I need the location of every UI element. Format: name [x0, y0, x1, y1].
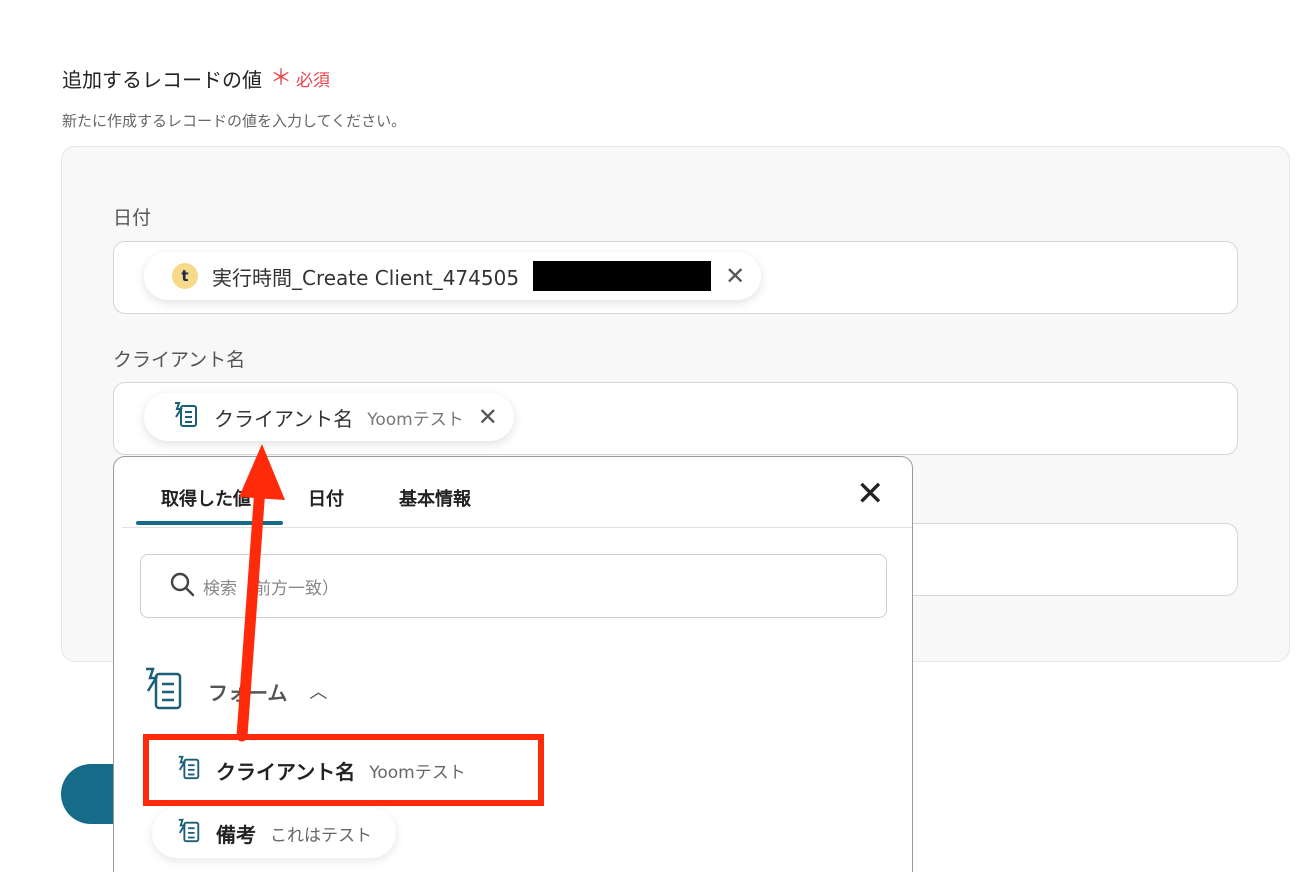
form-group-header[interactable]: フォーム ︿	[142, 665, 327, 717]
redacted-block	[533, 261, 712, 291]
active-tab-indicator	[136, 521, 283, 525]
section-title: 追加するレコードの値 ＊ 必須	[62, 64, 330, 93]
required-badge: ＊ 必須	[270, 66, 330, 91]
close-icon[interactable]: ✕	[856, 477, 885, 511]
section-description: 新たに作成するレコードの値を入力してください。	[62, 112, 407, 130]
chevron-up-icon: ︿	[309, 682, 328, 703]
item-label: 備考	[216, 822, 256, 847]
tab-basic-info[interactable]: 基本情報	[399, 485, 471, 511]
date-field-label: 日付	[113, 207, 152, 229]
required-label: 必須	[296, 71, 331, 91]
section-title-text: 追加するレコードの値	[62, 68, 262, 92]
list-item-notes[interactable]: 備考 これはテスト	[152, 808, 396, 858]
variable-picker-popover: 取得した値 日付 基本情報 ✕ 検索（前方一致） フォーム ︿ クライアント名 …	[113, 456, 913, 872]
search-input[interactable]: 検索（前方一致）	[140, 554, 887, 618]
search-icon	[169, 571, 195, 601]
item-sub: これはテスト	[270, 825, 372, 846]
client-chip-sub: Yoomテスト	[367, 409, 464, 430]
date-chip-text: 実行時間_Create Client_474505	[212, 265, 520, 290]
group-label: フォーム	[208, 680, 288, 705]
form-icon	[142, 665, 186, 717]
tool-app-icon: t	[172, 263, 198, 289]
required-star: ＊	[270, 65, 293, 91]
client-variable-chip[interactable]: クライアント名 Yoomテスト ✕	[144, 393, 514, 441]
search-placeholder: 検索（前方一致）	[203, 578, 339, 599]
annotation-highlight-box	[143, 734, 544, 806]
form-icon	[176, 817, 202, 849]
close-icon[interactable]: ✕	[478, 405, 498, 429]
tab-date[interactable]: 日付	[308, 485, 344, 511]
tab-obtained-values[interactable]: 取得した値	[161, 485, 251, 511]
date-variable-chip[interactable]: t 実行時間_Create Client_474505 ✕	[144, 252, 762, 300]
form-icon	[172, 400, 200, 434]
client-field-label: クライアント名	[113, 349, 246, 371]
tab-divider	[122, 527, 912, 528]
client-chip-text: クライアント名	[214, 406, 354, 431]
close-icon[interactable]: ✕	[725, 264, 745, 288]
